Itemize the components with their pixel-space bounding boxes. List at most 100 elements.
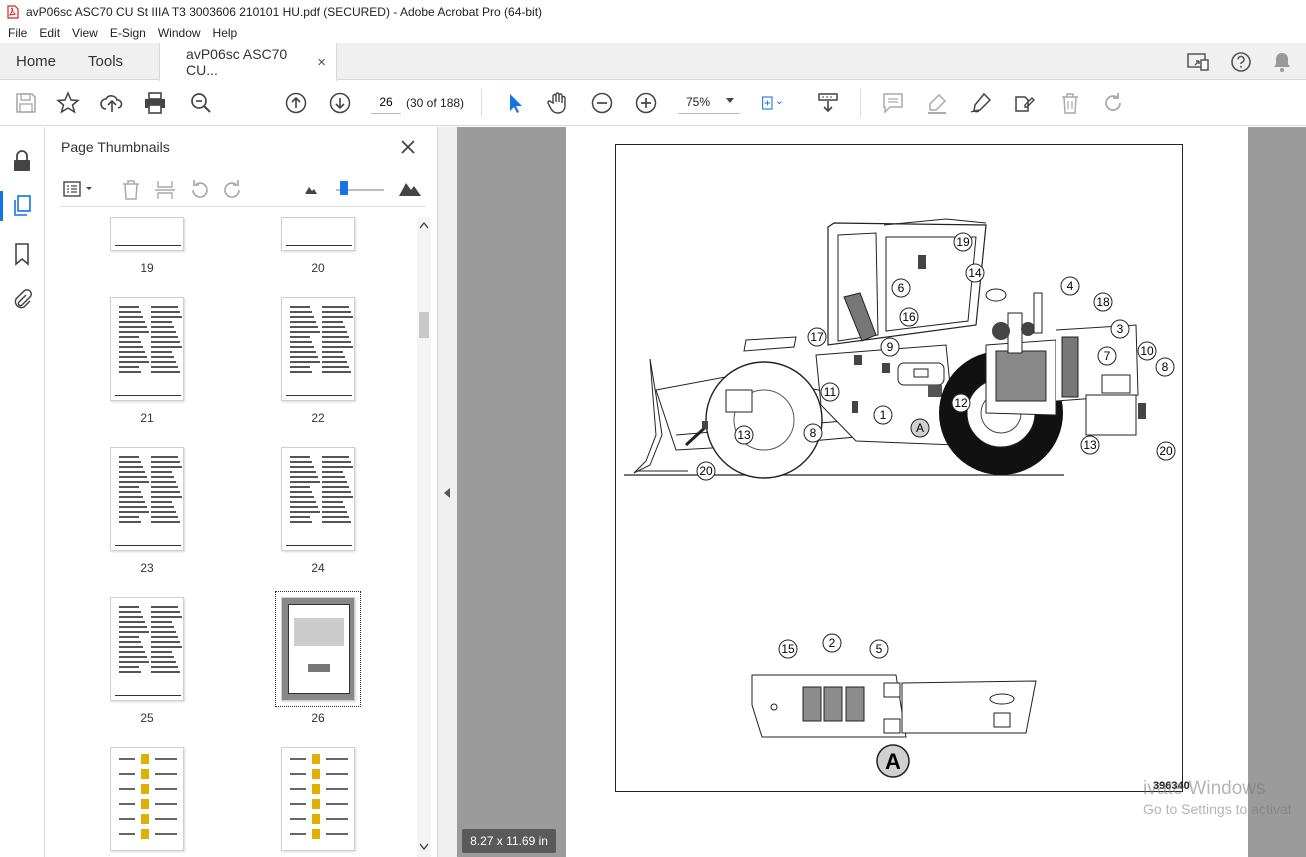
thumbnail-size-slider-handle[interactable]: [340, 181, 348, 195]
rotate-clockwise-icon[interactable]: [222, 179, 244, 201]
thumbnail-page[interactable]: 19: [110, 217, 184, 275]
hand-pan-icon[interactable]: [546, 91, 570, 115]
redo-icon[interactable]: [1101, 91, 1125, 115]
zoom-level-value: 75%: [686, 94, 711, 109]
attachments-paperclip-icon[interactable]: [10, 288, 34, 312]
page-thumbnails-panel: Page Thumbnails 19 20 21 22 23 24 25 26: [46, 127, 436, 857]
edit-pdf-icon[interactable]: [1012, 91, 1036, 115]
close-panel-icon[interactable]: [398, 137, 418, 157]
save-icon[interactable]: [14, 91, 38, 115]
zoom-level-select[interactable]: 75%: [678, 90, 740, 114]
callout-label: 8: [810, 426, 817, 440]
thumbnail-page[interactable]: 21: [110, 297, 184, 425]
thumbnail-page[interactable]: 24: [281, 447, 355, 575]
thumbnail-page-number: 21: [140, 411, 154, 425]
panel-splitter[interactable]: [437, 127, 457, 857]
callout-label: 19: [956, 235, 970, 249]
thumbnail-page-number: 19: [140, 261, 154, 275]
document-view[interactable]: 19 14 6 16 9 17 11 1 A 12 13 8 20 4 18 3 7 10 8 13 20 15 2 5 A …: [457, 127, 1306, 857]
scroll-down-icon[interactable]: [419, 843, 429, 851]
page-frame: 19 14 6 16 9 17 11 1 A 12 13 8 20 4 18 3 7 10 8 13 20 15 2 5 A: [615, 144, 1183, 792]
thumbnail-page[interactable]: 22: [281, 297, 355, 425]
callout-label: 3: [1117, 322, 1124, 336]
collapse-panel-arrow-icon[interactable]: [443, 487, 451, 499]
scroll-mode-icon[interactable]: [816, 91, 840, 115]
menu-view[interactable]: View: [72, 26, 98, 40]
fit-page-icon[interactable]: [760, 91, 796, 115]
thumbnail-page[interactable]: [110, 747, 184, 851]
page-number-input[interactable]: [371, 90, 401, 114]
thumbnail-image: [110, 747, 184, 851]
tab-document[interactable]: avP06sc ASC70 CU... ×: [159, 43, 338, 81]
label-plate: [802, 686, 822, 722]
thumbnail-page[interactable]: 20: [281, 217, 355, 275]
thumbnail-image: [110, 597, 184, 701]
next-page-icon[interactable]: [328, 91, 352, 115]
tab-tools[interactable]: Tools: [72, 43, 139, 79]
callout-label: 16: [902, 310, 916, 324]
thumbnail-image: [281, 217, 355, 251]
detail-callout-label: 5: [876, 642, 883, 656]
detail-callout-label: 2: [829, 636, 836, 650]
notifications-bell-icon[interactable]: [1272, 51, 1292, 73]
menu-edit[interactable]: Edit: [39, 26, 60, 40]
scrollbar-thumb[interactable]: [419, 312, 429, 338]
highlight-pen-icon[interactable]: [925, 91, 949, 115]
thumbnail-page[interactable]: 26: [275, 591, 361, 725]
select-cursor-icon[interactable]: [503, 91, 527, 115]
thumbnail-options-icon[interactable]: [62, 179, 96, 199]
pdf-page: 19 14 6 16 9 17 11 1 A 12 13 8 20 4 18 3 7 10 8 13 20 15 2 5 A …: [566, 127, 1248, 857]
menu-bar: File Edit View E-Sign Window Help: [0, 23, 1306, 43]
thumbnail-image: [275, 591, 361, 707]
thumbnail-page[interactable]: 25: [110, 597, 184, 725]
page-count: (30 of 188): [406, 96, 465, 110]
label-plate: [823, 686, 843, 722]
page-thumbnails-icon[interactable]: [10, 194, 34, 218]
panel-title: Page Thumbnails: [61, 139, 170, 155]
thumbnail-image: [281, 447, 355, 551]
tab-document-label: avP06sc ASC70 CU...: [186, 46, 288, 78]
print-icon[interactable]: [143, 91, 167, 115]
thumbnail-image: [110, 447, 184, 551]
tab-close-icon[interactable]: ×: [317, 54, 326, 71]
active-indicator: [0, 191, 3, 221]
comment-icon[interactable]: [881, 91, 905, 115]
delete-page-icon[interactable]: [120, 179, 142, 201]
thumbnail-scrollbar[interactable]: [417, 217, 431, 857]
callout-label: 1: [880, 408, 887, 422]
callout-label: 9: [887, 340, 894, 354]
rotate-counterclockwise-icon[interactable]: [188, 179, 210, 201]
scroll-up-icon[interactable]: [419, 221, 429, 229]
previous-page-icon[interactable]: [284, 91, 308, 115]
thumbnail-image: [110, 297, 184, 401]
lock-icon[interactable]: [10, 149, 34, 173]
zoom-out-icon[interactable]: [590, 91, 614, 115]
upload-cloud-icon[interactable]: [100, 91, 124, 115]
extract-page-icon[interactable]: [154, 179, 176, 201]
menu-window[interactable]: Window: [158, 26, 201, 40]
menu-file[interactable]: File: [8, 26, 27, 40]
callout-label: 14: [968, 266, 982, 280]
zoom-search-icon[interactable]: [189, 91, 213, 115]
menu-help[interactable]: Help: [213, 26, 238, 40]
help-icon[interactable]: [1230, 51, 1252, 73]
thumbnail-page[interactable]: 23: [110, 447, 184, 575]
large-thumbnail-mountain-icon: [398, 178, 422, 198]
detail-callout-label: 15: [781, 642, 795, 656]
small-thumbnail-mountain-icon: [304, 182, 318, 196]
detail-a-label: A: [885, 749, 901, 774]
sign-pen-icon[interactable]: [969, 91, 993, 115]
thumbnail-page[interactable]: [281, 747, 355, 851]
delete-trash-icon[interactable]: [1058, 91, 1082, 115]
thumbnail-toolbar: [60, 177, 426, 207]
bookmarks-icon[interactable]: [10, 242, 34, 266]
bookmark-star-icon[interactable]: [56, 91, 80, 115]
title-bar: avP06sc ASC70 CU St IIIA T3 3003606 2101…: [0, 0, 1306, 23]
share-screen-icon[interactable]: [1186, 51, 1210, 73]
thumbnail-page-number: 22: [311, 411, 325, 425]
machine-label-diagram: 1914616917111A1213 82041837 10813 20 15 2 5A: [624, 218, 1176, 778]
menu-esign[interactable]: E-Sign: [110, 26, 146, 40]
tab-home[interactable]: Home: [0, 43, 72, 79]
callout-label: 13: [1083, 438, 1097, 452]
zoom-in-icon[interactable]: [634, 91, 658, 115]
